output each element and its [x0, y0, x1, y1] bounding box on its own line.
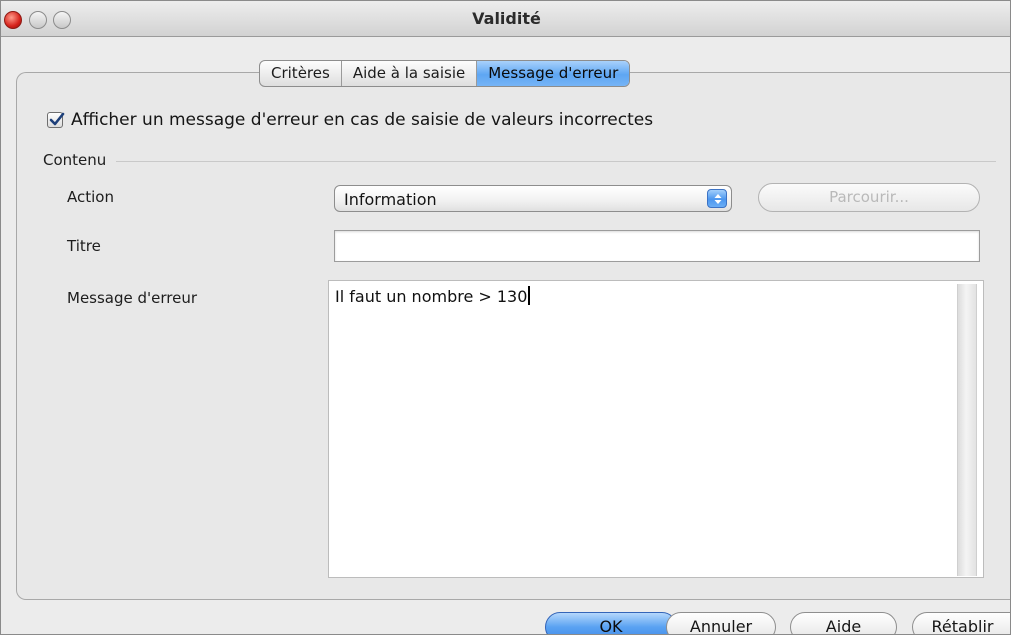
- text-caret: [528, 286, 531, 305]
- section-divider: [116, 161, 996, 162]
- updown-arrows-icon: [707, 189, 727, 208]
- show-error-checkbox[interactable]: [47, 112, 65, 128]
- reset-button[interactable]: Rétablir: [912, 612, 1010, 634]
- titre-input[interactable]: [334, 230, 980, 262]
- titre-label: Titre: [67, 237, 101, 255]
- error-message-text: Il faut un nombre > 130: [335, 286, 531, 306]
- show-error-checkbox-label[interactable]: Afficher un message d'erreur en cas de s…: [71, 110, 653, 130]
- browse-button[interactable]: Parcourir...: [758, 183, 980, 212]
- error-message-textarea[interactable]: Il faut un nombre > 130: [328, 280, 984, 578]
- cancel-button[interactable]: Annuler: [666, 612, 776, 634]
- tab-criteres[interactable]: Critères: [260, 61, 342, 86]
- message-label: Message d'erreur: [67, 289, 198, 307]
- tab-aide-saisie[interactable]: Aide à la saisie: [342, 61, 478, 86]
- window-title: Validité: [472, 9, 541, 28]
- validity-dialog: Validité Critères Aide à la saisie Messa…: [0, 0, 1011, 635]
- checkmark-icon: [49, 112, 65, 126]
- action-select-value: Information: [344, 190, 437, 209]
- action-select[interactable]: Information: [334, 185, 732, 212]
- tab-bar: Critères Aide à la saisie Message d'erre…: [259, 60, 631, 87]
- help-button[interactable]: Aide: [790, 612, 897, 634]
- vertical-scrollbar[interactable]: [957, 284, 977, 576]
- tab-message-erreur[interactable]: Message d'erreur: [477, 61, 630, 86]
- action-label: Action: [67, 188, 114, 206]
- ok-button[interactable]: OK: [545, 612, 677, 634]
- content-section-label: Contenu: [43, 151, 107, 169]
- title-bar: Validité: [1, 1, 1010, 37]
